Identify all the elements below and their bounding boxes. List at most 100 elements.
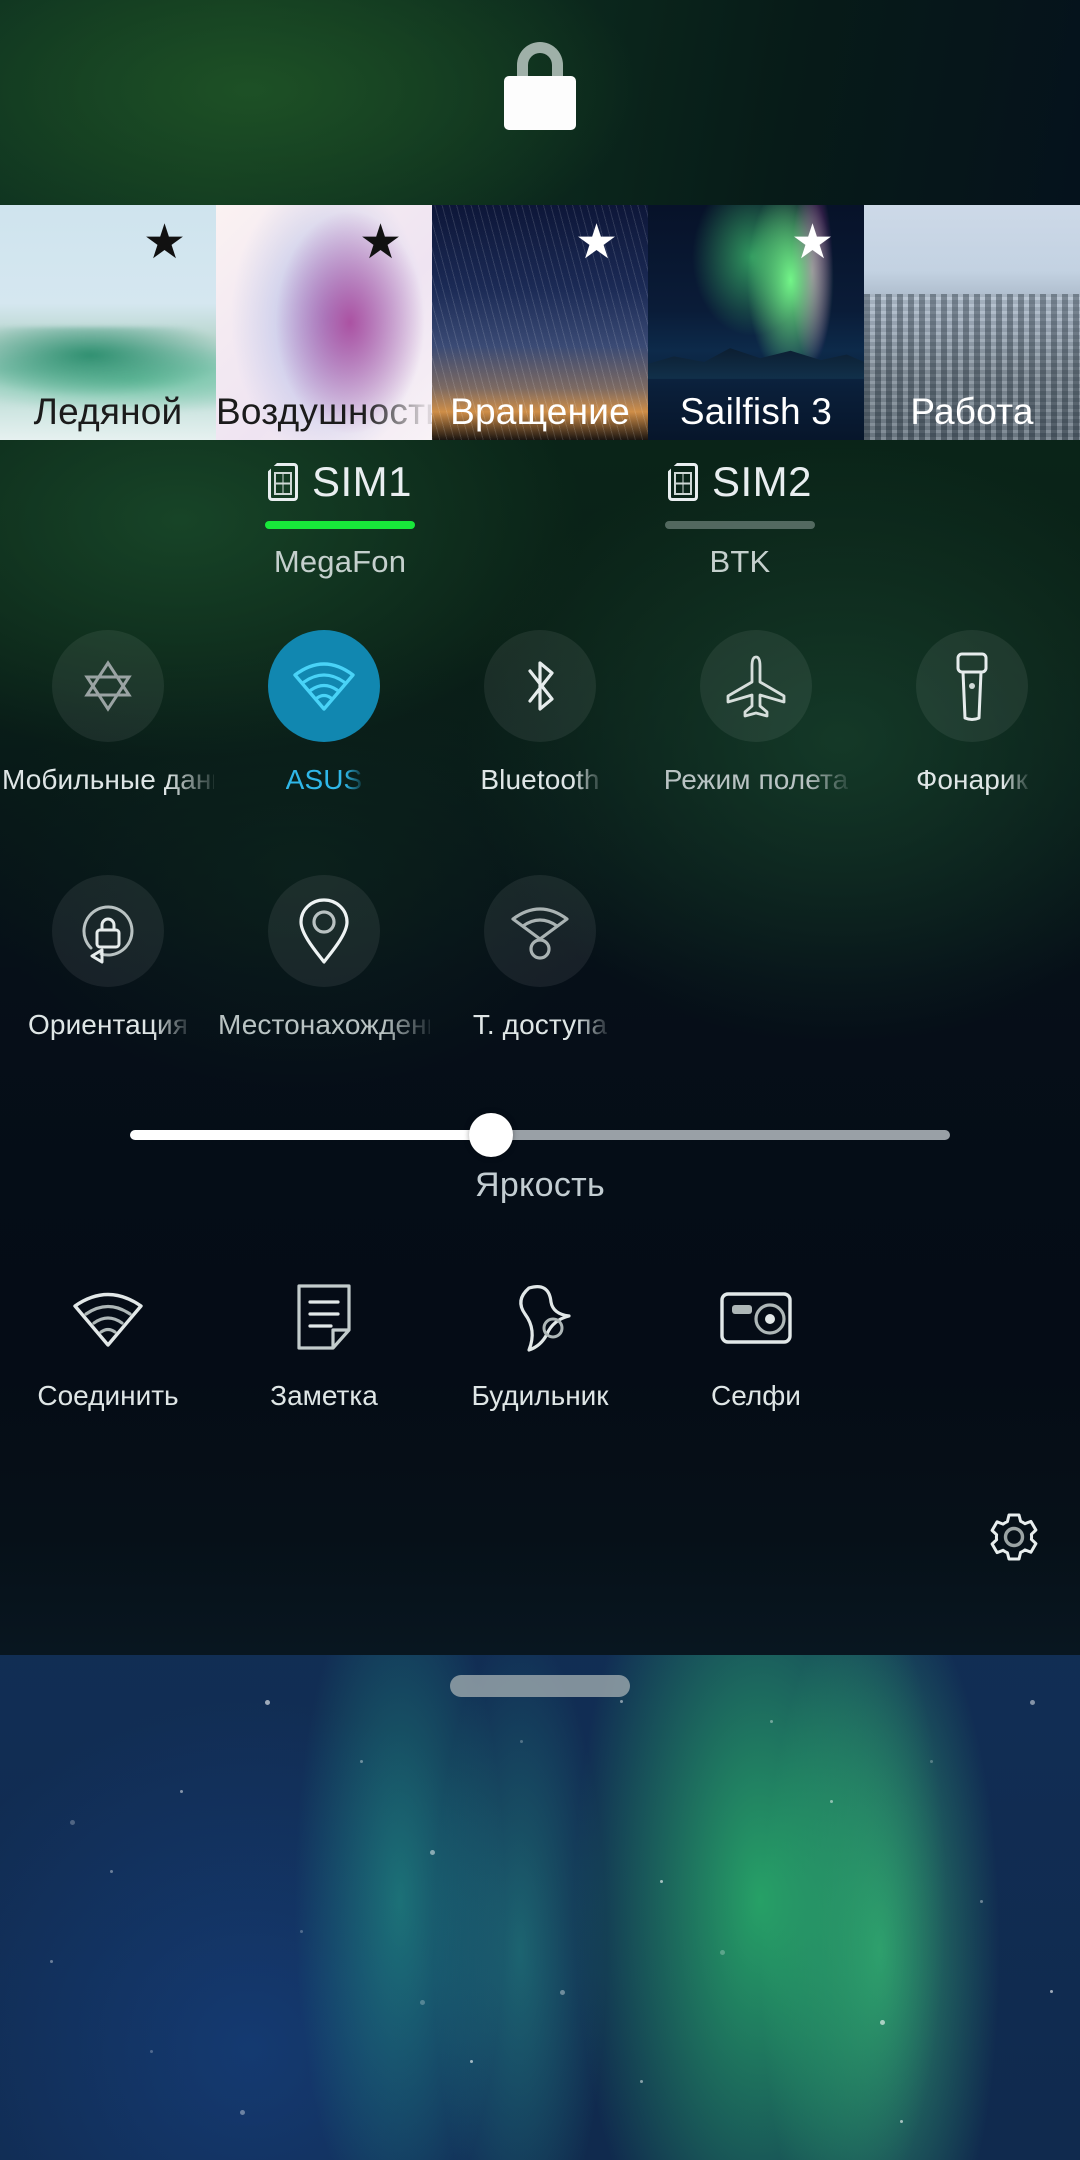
- toggle-location-label: Местонахождение: [218, 1009, 430, 1040]
- lock-screen-quick-settings: ★ Ледяной ★ Воздушность ★ Вращение ★ Sai…: [0, 0, 1080, 2160]
- sim-row: SIM1 MegaFon SIM2 BTK: [0, 458, 1080, 580]
- wifi-icon: [289, 655, 359, 717]
- wallpaper-star-dot: [980, 1900, 983, 1903]
- quick-settings-panel: SIM1 MegaFon SIM2 BTK Мобильные дан ASUS…: [0, 440, 1080, 1655]
- toggle-flashlight-circle[interactable]: [916, 630, 1028, 742]
- toggle-mobile-data-circle[interactable]: [52, 630, 164, 742]
- wallpaper-star-dot: [470, 2060, 473, 2063]
- toggle-bluetooth-label: Bluetooth: [480, 764, 600, 795]
- wallpaper-star-dot: [880, 2020, 885, 2025]
- wallpaper-star-dot: [430, 1850, 435, 1855]
- bluetooth-icon: [514, 653, 566, 719]
- lock-icon: [504, 42, 576, 130]
- brightness-slider[interactable]: [130, 1113, 950, 1157]
- shortcut-connect-label: Соединить: [37, 1380, 179, 1411]
- note-icon: [281, 1280, 367, 1356]
- shortcut-note-label: Заметка: [270, 1380, 378, 1411]
- wallpaper-star-dot: [770, 1720, 773, 1723]
- sim1-label: SIM1: [311, 458, 413, 505]
- wallpaper-star-dot: [70, 1820, 75, 1825]
- wallpaper-star-dot: [620, 1700, 623, 1703]
- toggle-flashlight-label: Фонарик: [915, 764, 1029, 795]
- shortcut-row: Соединить Заметка Будильник Селфи: [0, 1280, 1080, 1412]
- star-icon[interactable]: ★: [143, 219, 186, 267]
- wallpaper-label: Sailfish 3: [679, 391, 833, 432]
- toggle-location-circle[interactable]: [268, 875, 380, 987]
- connect-wifi-icon: [65, 1280, 151, 1356]
- wallpaper-thumb[interactable]: ★ Воздушность: [216, 205, 432, 440]
- hotspot-icon: [505, 899, 575, 963]
- sim2-label: SIM2: [711, 458, 813, 505]
- toggle-orientation-circle[interactable]: [52, 875, 164, 987]
- location-pin-icon: [295, 895, 353, 967]
- toggle-orientation[interactable]: Ориентация: [0, 875, 216, 1041]
- wallpaper-star-dot: [420, 2000, 425, 2005]
- brightness-slider-track: [490, 1130, 950, 1140]
- toggle-wifi[interactable]: ASUS: [216, 630, 432, 796]
- star-icon[interactable]: ★: [575, 219, 618, 267]
- alarm-bell-icon: [497, 1280, 583, 1356]
- rotation-lock-icon: [73, 896, 143, 966]
- brightness-slider-knob[interactable]: [468, 1113, 513, 1157]
- wallpaper-label: Воздушность: [216, 391, 432, 432]
- toggle-location[interactable]: Местонахождение: [216, 875, 432, 1041]
- star-icon[interactable]: ★: [791, 219, 834, 267]
- wallpaper-star-dot: [560, 1990, 565, 1995]
- shortcut-alarm[interactable]: Будильник: [432, 1280, 648, 1412]
- wallpaper-star-dot: [50, 1960, 53, 1963]
- wallpaper-label: Работа: [910, 391, 1034, 432]
- wallpaper-star-dot: [830, 1800, 833, 1803]
- toggle-orientation-label: Ориентация: [28, 1009, 188, 1040]
- wallpaper-thumb[interactable]: ★ Ледяной: [0, 205, 216, 440]
- wallpaper-star-dot: [300, 1930, 303, 1933]
- sim1-carrier: MegaFon: [273, 544, 407, 579]
- wallpaper-star-dot: [720, 1950, 725, 1955]
- settings-button[interactable]: [986, 1512, 1042, 1568]
- toggle-airplane-mode-label: Режим полета: [663, 764, 849, 795]
- wallpaper-star-dot: [265, 1700, 270, 1705]
- toggle-bluetooth-circle[interactable]: [484, 630, 596, 742]
- wallpaper-star-dot: [180, 1790, 183, 1793]
- sim-card-icon: [667, 463, 698, 501]
- sim-slot-1[interactable]: SIM1 MegaFon: [205, 458, 475, 580]
- sim2-status-bar: [665, 521, 815, 529]
- toggle-mobile-data-label: Мобильные данные: [2, 764, 214, 795]
- toggle-bluetooth[interactable]: Bluetooth: [432, 630, 648, 796]
- toggle-airplane-mode[interactable]: Режим полета: [648, 630, 864, 796]
- sim-slot-2[interactable]: SIM2 BTK: [605, 458, 875, 580]
- wallpaper-star-dot: [110, 1870, 113, 1873]
- wallpaper-strip[interactable]: ★ Ледяной ★ Воздушность ★ Вращение ★ Sai…: [0, 205, 1080, 440]
- wallpaper-star-dot: [660, 1880, 663, 1883]
- toggle-flashlight[interactable]: Фонарик: [864, 630, 1080, 796]
- wallpaper-thumb[interactable]: Работа: [864, 205, 1080, 440]
- lock-zone: [0, 0, 1080, 205]
- gear-icon: [986, 1512, 1042, 1568]
- wallpaper-thumb[interactable]: ★ Вращение: [432, 205, 648, 440]
- airplane-icon: [722, 652, 790, 720]
- shortcut-selfie-label: Селфи: [711, 1380, 801, 1411]
- toggle-hotspot-circle[interactable]: [484, 875, 596, 987]
- shortcut-connect[interactable]: Соединить: [0, 1280, 216, 1412]
- wallpaper-star-dot: [240, 2110, 245, 2115]
- mobile-data-icon: [77, 655, 139, 717]
- drag-handle[interactable]: [450, 1675, 630, 1697]
- wallpaper-star-dot: [640, 2080, 643, 2083]
- wallpaper-star-dot: [930, 1760, 933, 1763]
- toggle-wifi-circle[interactable]: [268, 630, 380, 742]
- sim2-carrier: BTK: [709, 544, 771, 579]
- toggle-wifi-label: ASUS: [285, 764, 363, 795]
- wallpaper-star-dot: [150, 2050, 153, 2053]
- brightness-control[interactable]: Яркость: [0, 1113, 1080, 1205]
- sim-card-icon: [267, 463, 298, 501]
- wallpaper-label: Вращение: [450, 391, 630, 432]
- sim1-status-bar: [265, 521, 415, 529]
- shortcut-note[interactable]: Заметка: [216, 1280, 432, 1412]
- wallpaper-star-dot: [900, 2120, 903, 2123]
- brightness-slider-fill: [130, 1130, 491, 1140]
- shortcut-selfie[interactable]: Селфи: [648, 1280, 864, 1412]
- toggle-hotspot[interactable]: Т. доступа: [432, 875, 648, 1041]
- star-icon[interactable]: ★: [359, 219, 402, 267]
- toggle-mobile-data[interactable]: Мобильные данные: [0, 630, 216, 796]
- wallpaper-thumb[interactable]: ★ Sailfish 3: [648, 205, 864, 440]
- toggle-airplane-mode-circle[interactable]: [700, 630, 812, 742]
